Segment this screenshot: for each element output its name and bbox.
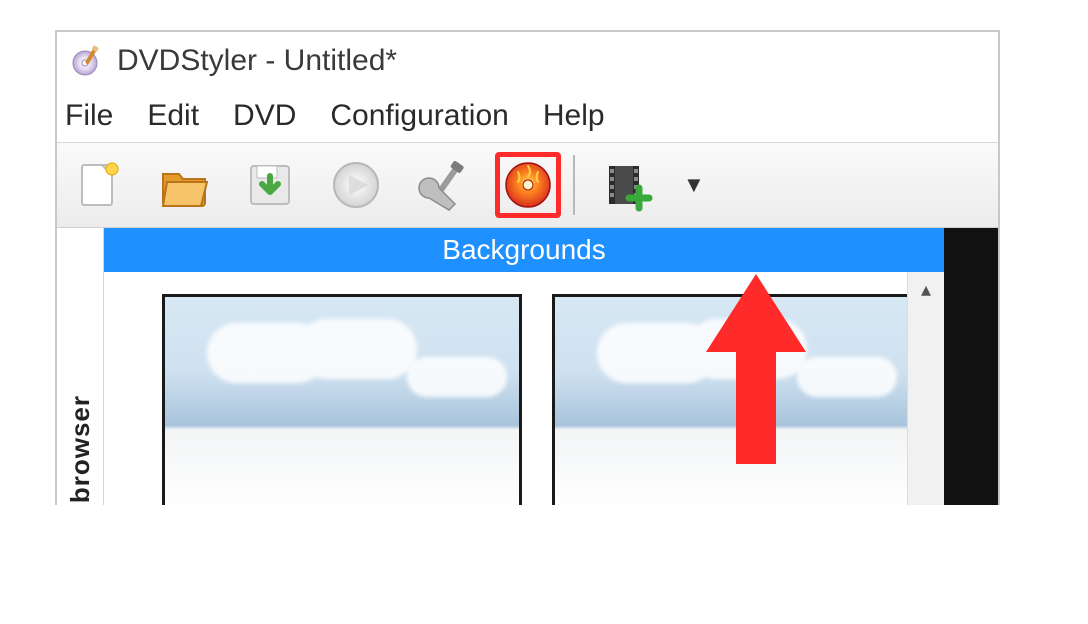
scroll-up-button[interactable]: ▴ [908,272,944,306]
lower-area: browser Backgrounds ▴ [57,228,998,505]
file-browser-tab-label: browser [65,395,96,503]
app-window: DVDStyler - Untitled* File Edit DVD Conf… [55,30,1000,505]
save-project-button[interactable] [237,152,303,218]
app-icon [71,45,103,77]
wrench-screwdriver-icon [415,158,469,212]
title-bar: DVDStyler - Untitled* [57,32,998,90]
new-project-button[interactable] [65,152,131,218]
backgrounds-scrollbar[interactable]: ▴ [907,272,944,505]
add-video-dropdown[interactable]: ▼ [679,166,709,204]
toolbar: ▼ [57,142,998,228]
open-folder-icon [157,158,211,212]
menu-bar: File Edit DVD Configuration Help [57,90,998,142]
menu-dvd[interactable]: DVD [233,99,296,133]
menu-file[interactable]: File [65,99,113,133]
background-thumb[interactable] [552,294,912,505]
preview-button[interactable] [323,152,389,218]
chevron-down-icon: ▼ [683,172,705,197]
background-thumb[interactable] [162,294,522,505]
menu-configuration[interactable]: Configuration [330,99,508,133]
backgrounds-header-label: Backgrounds [442,234,605,266]
film-add-icon [599,158,653,212]
backgrounds-panel: Backgrounds ▴ [104,228,944,505]
settings-button[interactable] [409,152,475,218]
window-title: DVDStyler - Untitled* [117,44,397,78]
menu-canvas[interactable] [944,228,998,505]
disc-preview-icon [329,158,383,212]
page-root: DVDStyler - Untitled* File Edit DVD Conf… [0,0,1088,624]
burn-disc-button[interactable] [495,152,561,218]
file-browser-tab[interactable]: browser [57,228,104,505]
backgrounds-header: Backgrounds [104,228,944,272]
toolbar-separator [573,155,575,215]
add-video-button[interactable] [593,152,659,218]
chevron-up-icon: ▴ [921,277,931,302]
burn-disc-icon [503,160,553,210]
menu-edit[interactable]: Edit [147,99,199,133]
save-icon [243,158,297,212]
backgrounds-thumb-strip [104,272,944,505]
menu-help[interactable]: Help [543,99,605,133]
new-file-icon [72,159,124,211]
open-project-button[interactable] [151,152,217,218]
